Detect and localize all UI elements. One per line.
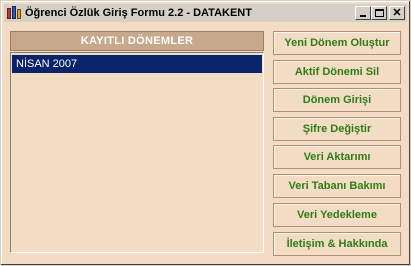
minimize-button[interactable] — [355, 6, 371, 20]
maximize-button[interactable] — [371, 6, 387, 20]
periods-list[interactable]: NİSAN 2007 — [10, 52, 264, 253]
list-item[interactable]: NİSAN 2007 — [12, 55, 262, 73]
window-title: Öğrenci Özlük Giriş Formu 2.2 - DATAKENT — [25, 7, 252, 19]
app-books-icon — [7, 6, 21, 20]
new-period-button[interactable]: Yeni Dönem Oluştur — [273, 31, 401, 55]
main-window: Öğrenci Özlük Giriş Formu 2.2 - DATAKENT… — [0, 0, 411, 266]
close-button[interactable]: ✕ — [389, 6, 405, 20]
periods-header: KAYITLI DÖNEMLER — [10, 31, 264, 51]
minimize-icon — [360, 15, 366, 17]
delete-active-period-button[interactable]: Aktif Dönemi Sil — [273, 60, 401, 84]
transfer-data-button[interactable]: Veri Aktarımı — [273, 145, 401, 169]
title-bar[interactable]: Öğrenci Özlük Giriş Formu 2.2 - DATAKENT… — [4, 4, 407, 22]
window-controls: ✕ — [355, 6, 405, 20]
backup-data-button[interactable]: Veri Yedekleme — [273, 203, 401, 227]
maximize-icon — [375, 9, 384, 17]
close-icon: ✕ — [392, 7, 402, 19]
period-entry-button[interactable]: Dönem Girişi — [273, 88, 401, 112]
contact-about-button[interactable]: İletişim & Hakkında — [273, 232, 401, 256]
change-password-button[interactable]: Şifre Değiştir — [273, 117, 401, 141]
database-maintenance-button[interactable]: Veri Tabanı Bakımı — [273, 174, 401, 198]
